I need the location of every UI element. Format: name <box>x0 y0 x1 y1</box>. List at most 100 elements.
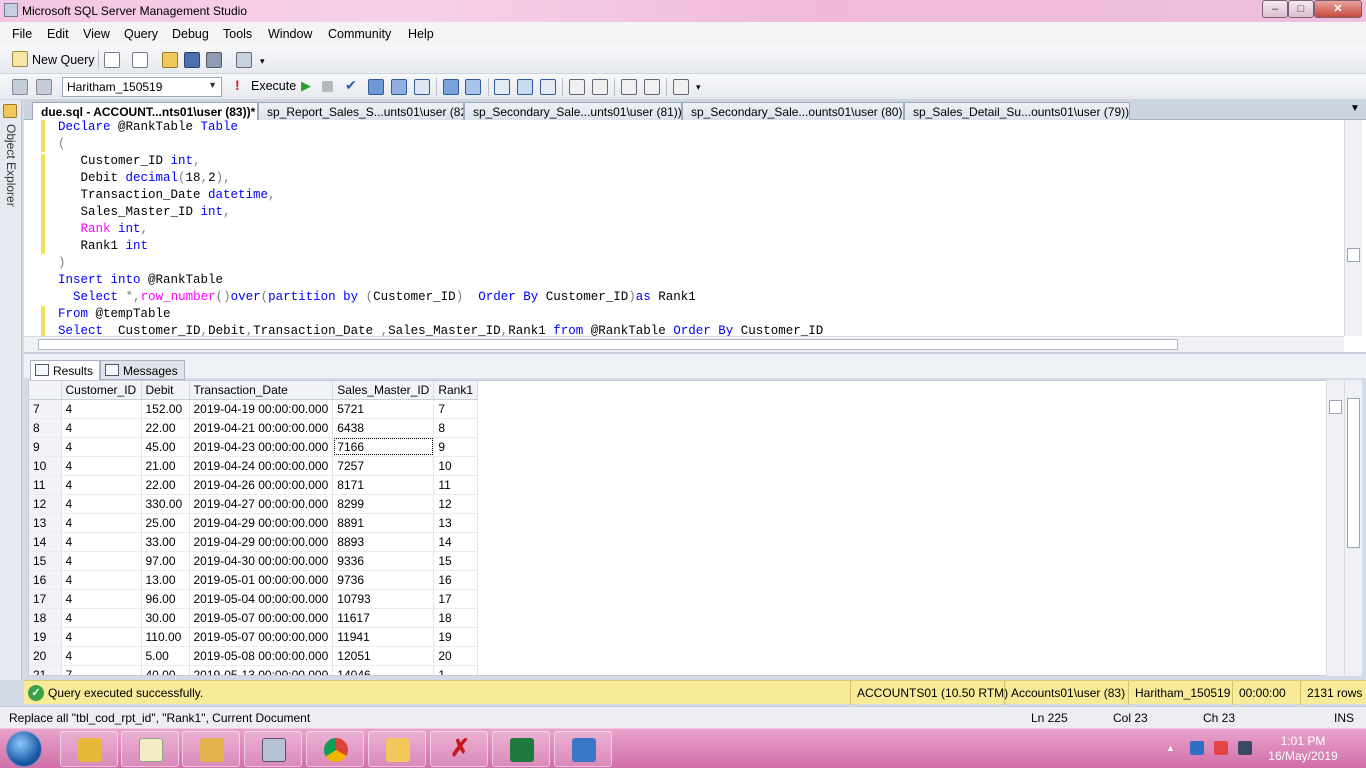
tab-results[interactable]: Results <box>30 360 101 380</box>
cell-sales-master-id[interactable]: 11941 <box>332 627 435 647</box>
results-to-grid-icon[interactable] <box>517 79 533 95</box>
display-plan-icon[interactable] <box>368 79 384 95</box>
cell-customer-id[interactable]: 4 <box>61 646 142 666</box>
table-row[interactable]: 14 4 33.00 2019-04-29 00:00:00.000 8893 14 <box>29 532 479 552</box>
taskbar-app-x[interactable]: ✗ <box>430 731 488 767</box>
cell-transaction-date[interactable]: 2019-04-26 00:00:00.000 <box>189 475 334 495</box>
cell-customer-id[interactable]: 4 <box>61 494 142 514</box>
row-number[interactable]: 21 <box>29 665 62 675</box>
scroll-thumb[interactable] <box>38 339 1178 350</box>
debug-play-icon[interactable]: ▶ <box>301 78 311 94</box>
cell-sales-master-id[interactable]: 12051 <box>332 646 435 666</box>
tab-sp-sales-detail[interactable]: sp_Sales_Detail_Su...ounts01\user (79)) <box>904 102 1130 120</box>
object-explorer-label[interactable]: Object Explorer <box>2 124 18 207</box>
cell-debit[interactable]: 33.00 <box>141 532 190 552</box>
column-header-customer-id[interactable]: Customer_ID <box>61 381 142 400</box>
code-line[interactable]: From @tempTable <box>58 307 171 321</box>
results-to-text-icon[interactable] <box>494 79 510 95</box>
stop-icon[interactable] <box>322 81 333 92</box>
cell-sales-master-id[interactable]: 7166 <box>332 437 435 457</box>
code-line[interactable]: ( <box>58 137 66 151</box>
tab-sp-secondary-sale-80[interactable]: sp_Secondary_Sale...ounts01\user (80)) <box>682 102 904 120</box>
cell-debit[interactable]: 13.00 <box>141 570 190 590</box>
cell-rank1[interactable]: 18 <box>433 608 479 628</box>
database-select[interactable]: Haritham_150519 ▼ <box>62 77 222 97</box>
menu-file[interactable]: File <box>12 27 32 41</box>
tab-messages[interactable]: Messages <box>100 360 185 380</box>
cell-sales-master-id[interactable]: 10793 <box>332 589 435 609</box>
cell-debit[interactable]: 5.00 <box>141 646 190 666</box>
cell-customer-id[interactable]: 4 <box>61 475 142 495</box>
cell-transaction-date[interactable]: 2019-04-27 00:00:00.000 <box>189 494 334 514</box>
row-number[interactable]: 19 <box>29 627 62 647</box>
cell-rank1[interactable]: 7 <box>433 399 479 419</box>
results-to-file-icon[interactable] <box>540 79 556 95</box>
table-row[interactable]: 7 4 152.00 2019-04-19 00:00:00.000 5721 7 <box>29 399 479 419</box>
open-folder-icon[interactable] <box>162 52 178 68</box>
taskbar-app-tools[interactable] <box>182 731 240 767</box>
taskbar-app-calculator[interactable] <box>244 731 302 767</box>
cell-sales-master-id[interactable]: 11617 <box>332 608 435 628</box>
cell-debit[interactable]: 97.00 <box>141 551 190 571</box>
row-number[interactable]: 16 <box>29 570 62 590</box>
column-header-debit[interactable]: Debit <box>141 381 190 400</box>
tray-expand-icon[interactable]: ▲ <box>1166 743 1180 757</box>
code-line[interactable]: Insert into @RankTable <box>58 273 223 287</box>
menu-window[interactable]: Window <box>268 27 312 41</box>
table-row[interactable]: 8 4 22.00 2019-04-21 00:00:00.000 6438 8 <box>29 418 479 438</box>
code-line[interactable]: Select *,row_number()over(partition by (… <box>58 290 696 304</box>
cell-sales-master-id[interactable]: 8893 <box>332 532 435 552</box>
include-plan-icon[interactable] <box>443 79 459 95</box>
comment-lines-icon[interactable] <box>569 79 585 95</box>
cell-transaction-date[interactable]: 2019-05-04 00:00:00.000 <box>189 589 334 609</box>
cell-debit[interactable]: 25.00 <box>141 513 190 533</box>
add-file-icon[interactable] <box>132 52 148 68</box>
table-row[interactable]: 9 4 45.00 2019-04-23 00:00:00.000 7166 9 <box>29 437 479 457</box>
cell-debit[interactable]: 45.00 <box>141 437 190 457</box>
cell-transaction-date[interactable]: 2019-05-07 00:00:00.000 <box>189 608 334 628</box>
cell-transaction-date[interactable]: 2019-05-13 00:00:00.000 <box>189 665 334 675</box>
cell-customer-id[interactable]: 4 <box>61 418 142 438</box>
close-button[interactable]: ✕ <box>1314 0 1362 18</box>
taskbar-app-explorer[interactable] <box>368 731 426 767</box>
save-all-icon[interactable] <box>206 52 222 68</box>
cell-customer-id[interactable]: 4 <box>61 456 142 476</box>
menu-tools[interactable]: Tools <box>223 27 252 41</box>
new-query-button[interactable]: New Query <box>32 53 95 67</box>
code-line[interactable]: ) <box>58 256 66 270</box>
column-header-sales-master-id[interactable]: Sales_Master_ID <box>332 381 435 400</box>
save-icon[interactable] <box>184 52 200 68</box>
cell-rank1[interactable]: 17 <box>433 589 479 609</box>
cell-customer-id[interactable]: 4 <box>61 437 142 457</box>
grid-vertical-scrollbar[interactable] <box>1326 380 1344 676</box>
connect-icon[interactable] <box>12 79 28 95</box>
cell-transaction-date[interactable]: 2019-04-19 00:00:00.000 <box>189 399 334 419</box>
results-pane-scrollbar[interactable] <box>1344 380 1362 676</box>
table-row[interactable]: 13 4 25.00 2019-04-29 00:00:00.000 8891 13 <box>29 513 479 533</box>
table-row[interactable]: 15 4 97.00 2019-04-30 00:00:00.000 9336 15 <box>29 551 479 571</box>
cell-rank1[interactable]: 16 <box>433 570 479 590</box>
cell-rank1[interactable]: 14 <box>433 532 479 552</box>
table-row[interactable]: 12 4 330.00 2019-04-27 00:00:00.000 8299 12 <box>29 494 479 514</box>
cell-rank1[interactable]: 10 <box>433 456 479 476</box>
cell-debit[interactable]: 152.00 <box>141 399 190 419</box>
row-number[interactable]: 18 <box>29 608 62 628</box>
cell-debit[interactable]: 110.00 <box>141 627 190 647</box>
row-number[interactable]: 9 <box>29 437 62 457</box>
taskbar-app-chrome[interactable] <box>306 731 364 767</box>
menu-edit[interactable]: Edit <box>47 27 69 41</box>
cell-transaction-date[interactable]: 2019-04-23 00:00:00.000 <box>189 437 334 457</box>
row-number[interactable]: 7 <box>29 399 62 419</box>
row-number[interactable]: 20 <box>29 646 62 666</box>
scroll-thumb[interactable] <box>1347 248 1360 262</box>
code-line[interactable]: Customer_ID int, <box>58 154 201 168</box>
cell-customer-id[interactable]: 4 <box>61 627 142 647</box>
cell-sales-master-id[interactable]: 6438 <box>332 418 435 438</box>
scroll-thumb[interactable] <box>1329 400 1342 414</box>
cell-debit[interactable]: 40.00 <box>141 665 190 675</box>
row-number[interactable]: 10 <box>29 456 62 476</box>
table-row[interactable]: 11 4 22.00 2019-04-26 00:00:00.000 8171 11 <box>29 475 479 495</box>
cell-sales-master-id[interactable]: 14046 <box>332 665 435 675</box>
table-row[interactable]: 20 4 5.00 2019-05-08 00:00:00.000 12051 20 <box>29 646 479 666</box>
cell-transaction-date[interactable]: 2019-04-21 00:00:00.000 <box>189 418 334 438</box>
